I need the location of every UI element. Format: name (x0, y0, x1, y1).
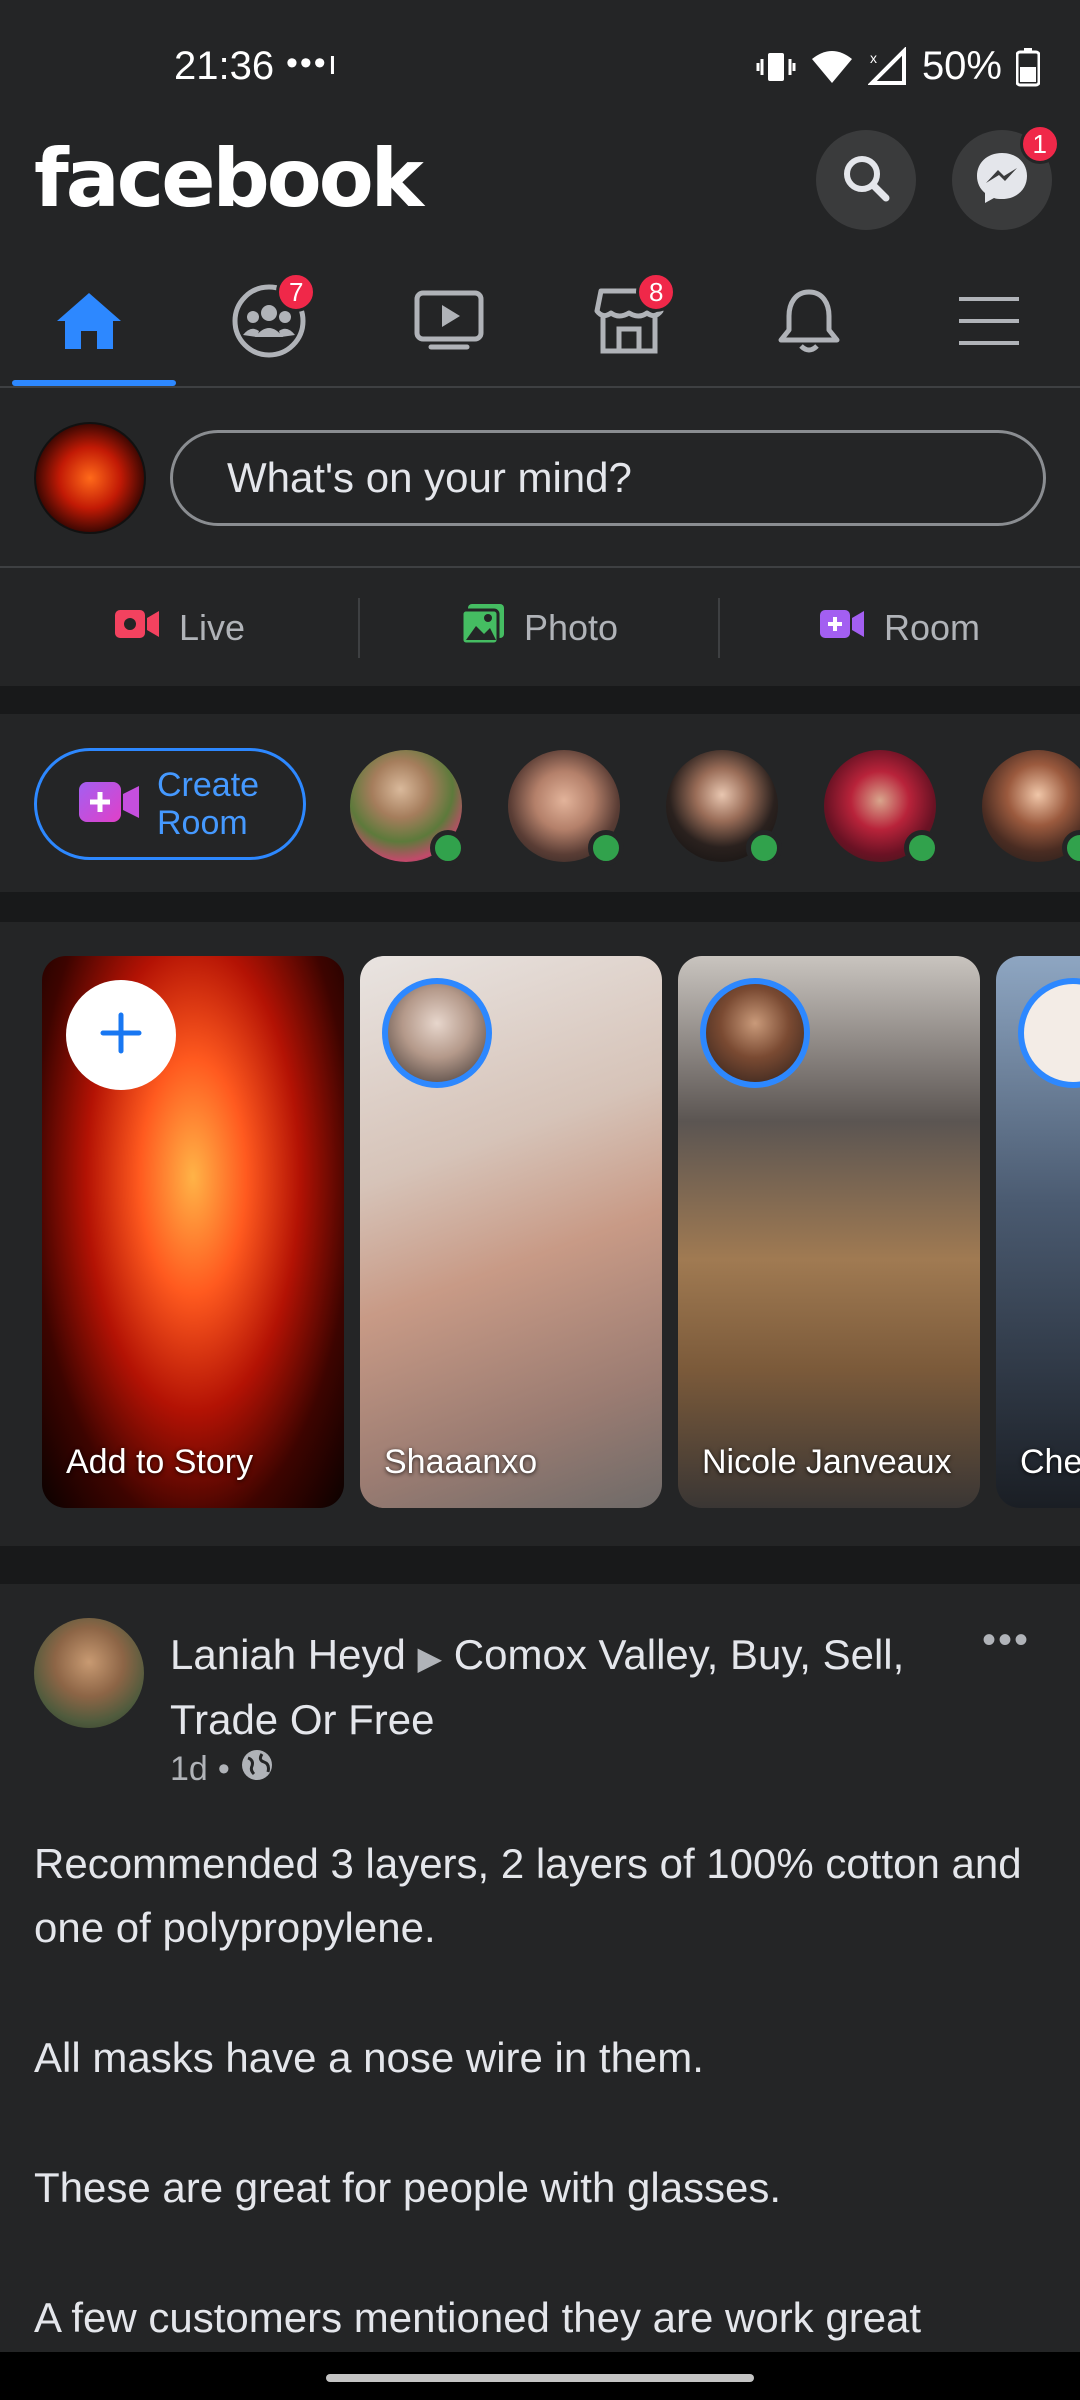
post-paragraph: A few customers mentioned they are work … (34, 2294, 922, 2341)
rooms-row: Create Room (0, 714, 1080, 892)
svg-text:x: x (870, 50, 877, 66)
status-icons: x 50% (756, 44, 1040, 89)
messenger-icon (973, 149, 1031, 212)
room-video-icon (818, 606, 866, 651)
system-navigation-bar (0, 2352, 1080, 2400)
online-indicator (746, 830, 782, 866)
room-label: Room (883, 607, 981, 648)
whats-on-your-mind-input[interactable] (170, 430, 1046, 526)
tab-marketplace[interactable]: 8 (544, 260, 714, 386)
groups-badge: 7 (276, 272, 317, 312)
more-dots-icon: ••• (981, 1618, 1030, 1662)
messenger-button[interactable]: 1 (952, 124, 1060, 230)
tab-watch[interactable] (364, 260, 534, 386)
add-to-story-label: Add to Story (66, 1443, 254, 1481)
status-bar: 21:36 •••ı x 50% (0, 0, 1080, 130)
story-card[interactable]: Shaaanxo (360, 956, 662, 1508)
photo-button[interactable]: Photo (360, 570, 718, 686)
tab-groups[interactable]: 7 (184, 260, 354, 386)
active-tab-indicator (12, 380, 176, 386)
watch-icon (413, 289, 485, 358)
tab-notifications[interactable] (724, 260, 894, 386)
active-friend-avatar[interactable] (350, 750, 466, 866)
story-author-name: Nicole Janveaux (702, 1443, 952, 1481)
online-indicator (1062, 830, 1080, 866)
vibrate-icon (756, 47, 796, 87)
meta-dot: • (217, 1750, 230, 1788)
search-button[interactable] (816, 130, 916, 230)
post-author-avatar[interactable] (34, 1618, 144, 1728)
online-indicator (588, 830, 624, 866)
story-author-name: Che (1020, 1443, 1080, 1481)
post-meta: 1d • (170, 1748, 274, 1791)
active-friend-avatar[interactable] (982, 750, 1080, 866)
story-card[interactable]: Nicole Janveaux (678, 956, 980, 1508)
play-arrow-icon: ▶ (417, 1640, 443, 1676)
add-story-button[interactable] (66, 980, 176, 1090)
my-profile-avatar[interactable] (34, 422, 146, 534)
marketplace-badge: 8 (636, 272, 677, 312)
photo-label: Photo (523, 607, 619, 648)
wifi-icon (810, 47, 854, 87)
post-paragraph: These are great for people with glasses. (34, 2164, 782, 2211)
battery-icon (1016, 47, 1040, 87)
active-friend-avatar[interactable] (508, 750, 624, 866)
room-button[interactable]: Room (720, 570, 1078, 686)
tab-home[interactable] (4, 260, 176, 386)
create-room-label: Create Room (157, 766, 260, 842)
story-author-name: Shaaanxo (384, 1443, 538, 1481)
create-room-button[interactable]: Create Room (34, 748, 306, 860)
messenger-badge: 1 (1019, 124, 1060, 164)
post-time[interactable]: 1d (170, 1750, 208, 1789)
online-indicator (904, 830, 940, 866)
facebook-logo: facebook (34, 132, 424, 225)
post-paragraph: Recommended 3 layers, 2 layers of 100% c… (34, 1840, 1022, 1951)
app-header: facebook 1 (0, 124, 1080, 250)
hamburger-menu-icon (957, 295, 1021, 352)
online-indicator (430, 830, 466, 866)
story-author-avatar (382, 978, 492, 1088)
active-friend-avatar[interactable] (666, 750, 782, 866)
story-card[interactable]: Che (996, 956, 1080, 1508)
active-friend-avatar[interactable] (824, 750, 940, 866)
photo-icon (460, 602, 506, 655)
home-icon (53, 289, 125, 358)
plus-icon (99, 1011, 143, 1060)
live-label: Live (178, 607, 246, 648)
stories-tray: Add to Story Shaaanxo Nicole Janveaux Ch… (0, 922, 1080, 1546)
story-author-avatar (700, 978, 810, 1088)
add-to-story-card[interactable]: Add to Story (42, 956, 344, 1508)
feed-post: Laniah Heyd ▶ Comox Valley, Buy, Sell, T… (0, 1584, 1080, 2354)
post-author-name[interactable]: Laniah Heyd (170, 1631, 406, 1678)
globe-icon (240, 1748, 274, 1791)
post-text: Recommended 3 layers, 2 layers of 100% c… (34, 1832, 1044, 2400)
live-button[interactable]: Live (0, 570, 358, 686)
post-composer (0, 390, 1080, 568)
more-options-button[interactable]: ••• (982, 1618, 1030, 1663)
status-notification-dots: •••ı (286, 44, 340, 82)
composer-actions: Live Photo Room (0, 570, 1080, 686)
live-video-icon (113, 606, 161, 651)
story-author-avatar (1018, 978, 1080, 1088)
status-time: 21:36 (174, 44, 275, 88)
section-separator (0, 1546, 1080, 1584)
search-icon (838, 150, 894, 211)
main-tab-bar: 7 8 (0, 260, 1080, 388)
post-header: Laniah Heyd ▶ Comox Valley, Buy, Sell, T… (170, 1624, 950, 1751)
section-separator (0, 892, 1080, 922)
battery-percent: 50% (921, 44, 1002, 88)
tab-menu[interactable] (904, 260, 1074, 386)
section-separator (0, 686, 1080, 714)
post-paragraph: All masks have a nose wire in them. (34, 2034, 704, 2081)
signal-icon: x (867, 46, 908, 87)
bell-icon (777, 286, 841, 361)
gesture-handle[interactable] (326, 2374, 754, 2382)
room-video-icon (77, 778, 141, 831)
